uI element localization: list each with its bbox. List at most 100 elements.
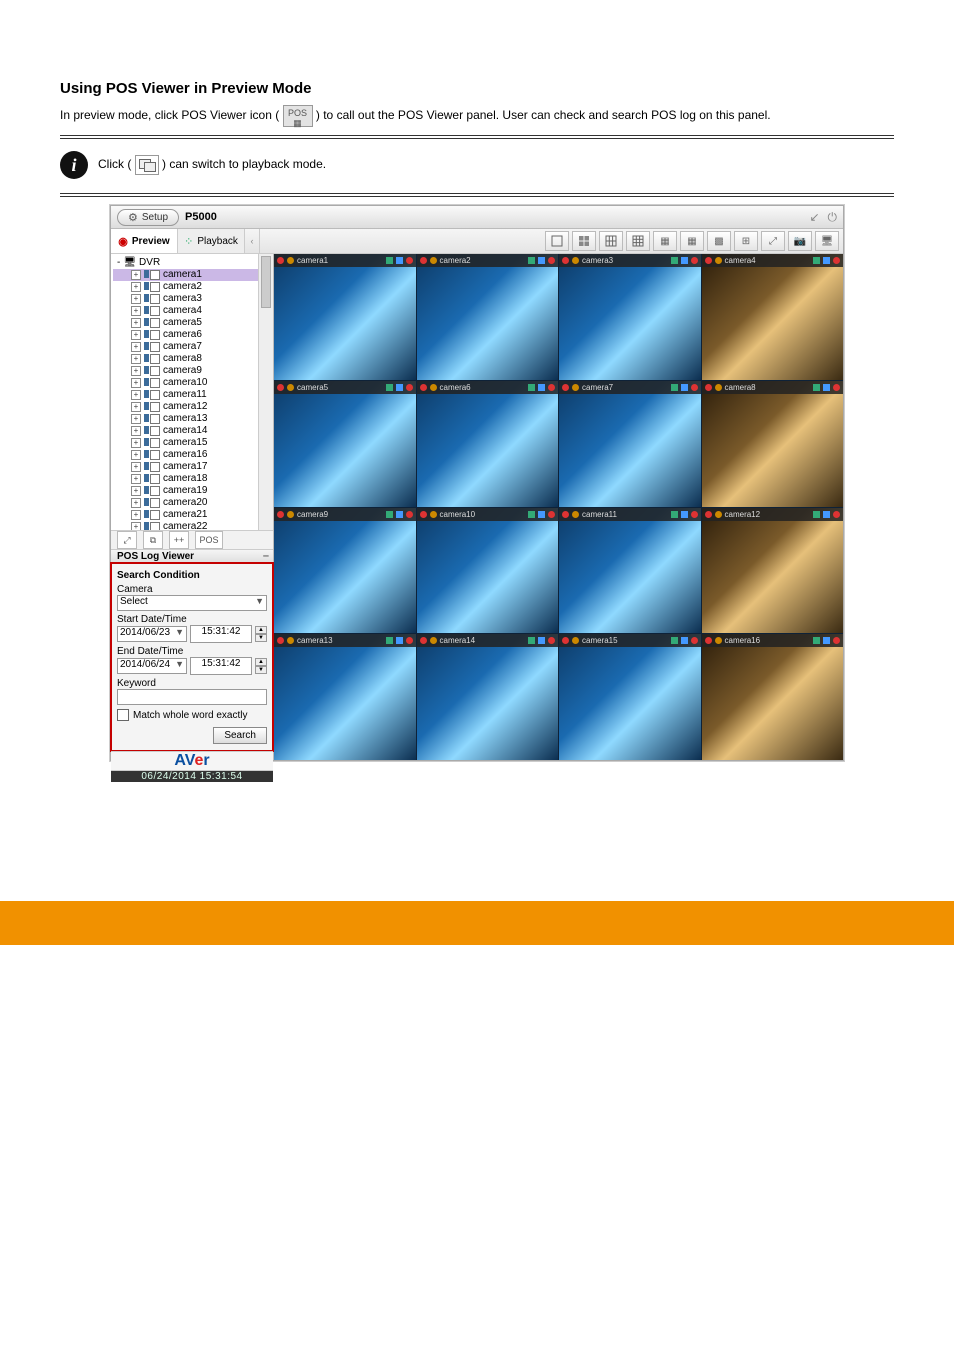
tree-item-camera4[interactable]: +camera4 xyxy=(113,305,271,317)
expand-icon[interactable]: + xyxy=(131,270,141,280)
mini-window-button[interactable]: ⧉ xyxy=(143,531,163,549)
expand-icon[interactable]: + xyxy=(131,366,141,376)
power-icon[interactable]: ⏻ xyxy=(828,210,838,225)
search-button[interactable]: Search xyxy=(213,727,267,744)
video-tile-camera6[interactable]: camera6 xyxy=(417,381,559,507)
video-tile-camera2[interactable]: camera2 xyxy=(417,254,559,380)
tree-item-camera6[interactable]: +camera6 xyxy=(113,329,271,341)
mini-expand-button[interactable]: ⤢ xyxy=(117,531,137,549)
tab-playback[interactable]: ⁘ Playback xyxy=(178,229,245,253)
layout-custom-button[interactable]: ⊞ xyxy=(734,231,758,251)
layout-6-button[interactable] xyxy=(599,231,623,251)
expand-icon[interactable]: + xyxy=(131,510,141,520)
setup-button[interactable]: ⚙ Setup xyxy=(117,209,179,226)
video-tile-camera4[interactable]: camera4 xyxy=(702,254,844,380)
video-tile-camera8[interactable]: camera8 xyxy=(702,381,844,507)
tree-item-camera16[interactable]: +camera16 xyxy=(113,449,271,461)
tree-item-camera8[interactable]: +camera8 xyxy=(113,353,271,365)
tile-label: camera8 xyxy=(725,383,756,392)
tree-item-camera12[interactable]: +camera12 xyxy=(113,401,271,413)
match-whole-word-checkbox[interactable] xyxy=(117,709,129,721)
tree-item-camera3[interactable]: +camera3 xyxy=(113,293,271,305)
video-tile-camera16[interactable]: camera16 xyxy=(702,634,844,760)
tab-scroll-left-icon[interactable]: ‹ xyxy=(245,229,260,253)
start-time-input[interactable]: 15:31:42 xyxy=(190,625,252,643)
tree-item-camera17[interactable]: +camera17 xyxy=(113,461,271,473)
expand-icon[interactable]: + xyxy=(131,402,141,412)
video-tile-camera9[interactable]: camera9 xyxy=(274,508,416,634)
expand-icon[interactable]: + xyxy=(131,414,141,424)
layout-12-button[interactable]: ▦ xyxy=(653,231,677,251)
tab-preview[interactable]: ◉ Preview xyxy=(111,229,178,253)
camera-icon xyxy=(144,354,160,364)
mini-pos-button[interactable]: POS xyxy=(195,531,223,549)
monitor-button[interactable]: 🖥 xyxy=(815,231,839,251)
expand-icon[interactable]: + xyxy=(131,438,141,448)
expand-icon[interactable]: + xyxy=(131,390,141,400)
tree-item-camera9[interactable]: +camera9 xyxy=(113,365,271,377)
expand-icon[interactable]: + xyxy=(131,306,141,316)
expand-icon[interactable]: + xyxy=(131,474,141,484)
video-tile-camera3[interactable]: camera3 xyxy=(559,254,701,380)
tree-item-camera11[interactable]: +camera11 xyxy=(113,389,271,401)
camera-select[interactable]: Select xyxy=(117,595,267,611)
tree-item-camera22[interactable]: + camera22 xyxy=(113,521,271,531)
video-tile-camera10[interactable]: camera10 xyxy=(417,508,559,634)
layout-16-button[interactable]: ▦ xyxy=(680,231,704,251)
video-tile-camera7[interactable]: camera7 xyxy=(559,381,701,507)
mini-zoom-button[interactable]: ++ xyxy=(169,531,189,549)
tree-item-camera19[interactable]: +camera19 xyxy=(113,485,271,497)
end-time-spinner[interactable]: ▲▼ xyxy=(255,658,267,674)
video-tile-camera14[interactable]: camera14 xyxy=(417,634,559,760)
tree-item-camera21[interactable]: +camera21 xyxy=(113,509,271,521)
tree-item-camera10[interactable]: +camera10 xyxy=(113,377,271,389)
camera-tree[interactable]: - 🖥 DVR +camera1+camera2+camera3+camera4… xyxy=(111,254,273,531)
layout-9-button[interactable] xyxy=(626,231,650,251)
keyword-input[interactable] xyxy=(117,689,267,705)
end-time-input[interactable]: 15:31:42 xyxy=(190,657,252,675)
layout-1-button[interactable] xyxy=(545,231,569,251)
start-time-spinner[interactable]: ▲▼ xyxy=(255,626,267,642)
layout-25-button[interactable]: ▩ xyxy=(707,231,731,251)
expand-icon[interactable]: + xyxy=(131,450,141,460)
layout-4-button[interactable] xyxy=(572,231,596,251)
expand-icon[interactable]: + xyxy=(131,330,141,340)
fullscreen-button[interactable]: ⤢ xyxy=(761,231,785,251)
snapshot-button[interactable]: 📷 xyxy=(788,231,812,251)
video-tile-camera1[interactable]: camera1 xyxy=(274,254,416,380)
status-icon xyxy=(671,384,678,391)
minimize-icon[interactable]: ↙ xyxy=(809,210,819,225)
panel-collapse-icon[interactable]: – xyxy=(263,550,269,562)
tree-item-camera1[interactable]: +camera1 xyxy=(113,269,271,281)
video-tile-camera11[interactable]: camera11 xyxy=(559,508,701,634)
video-tile-camera5[interactable]: camera5 xyxy=(274,381,416,507)
expand-icon[interactable]: + xyxy=(131,378,141,388)
status-icon xyxy=(528,637,535,644)
tree-item-camera15[interactable]: +camera15 xyxy=(113,437,271,449)
tree-item-camera7[interactable]: +camera7 xyxy=(113,341,271,353)
expand-icon[interactable]: + xyxy=(131,522,141,531)
expand-icon[interactable]: + xyxy=(131,426,141,436)
tree-root-dvr[interactable]: - 🖥 DVR xyxy=(113,256,271,269)
expand-icon[interactable]: + xyxy=(131,462,141,472)
tree-item-camera18[interactable]: +camera18 xyxy=(113,473,271,485)
expand-icon[interactable]: + xyxy=(131,282,141,292)
expand-icon[interactable]: + xyxy=(131,342,141,352)
video-tile-camera12[interactable]: camera12 xyxy=(702,508,844,634)
expand-icon[interactable]: + xyxy=(131,294,141,304)
tree-item-camera13[interactable]: +camera13 xyxy=(113,413,271,425)
tree-item-camera14[interactable]: +camera14 xyxy=(113,425,271,437)
tree-item-camera20[interactable]: +camera20 xyxy=(113,497,271,509)
status-icon xyxy=(671,637,678,644)
tree-item-camera2[interactable]: +camera2 xyxy=(113,281,271,293)
mic-icon xyxy=(287,511,294,518)
tree-item-label: camera22 xyxy=(163,521,207,531)
tree-item-camera5[interactable]: +camera5 xyxy=(113,317,271,329)
tree-scrollbar[interactable] xyxy=(258,254,273,530)
expand-icon[interactable]: + xyxy=(131,318,141,328)
video-tile-camera15[interactable]: camera15 xyxy=(559,634,701,760)
expand-icon[interactable]: + xyxy=(131,354,141,364)
video-tile-camera13[interactable]: camera13 xyxy=(274,634,416,760)
expand-icon[interactable]: + xyxy=(131,498,141,508)
expand-icon[interactable]: + xyxy=(131,486,141,496)
